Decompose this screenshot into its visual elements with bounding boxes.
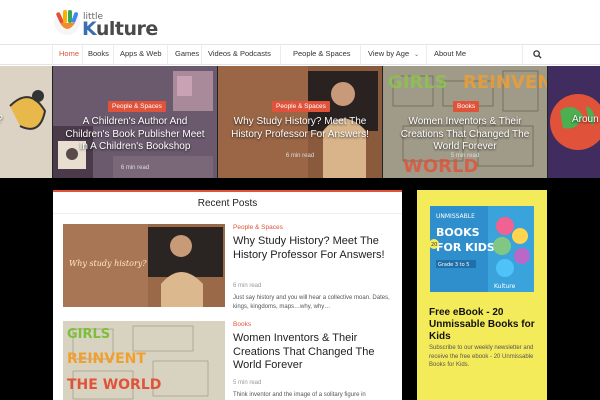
category-badge[interactable]: People & Spaces bbox=[272, 101, 330, 112]
post-thumbnail[interactable]: Why study history? bbox=[63, 224, 225, 307]
svg-text:THE WORLD: THE WORLD bbox=[67, 377, 161, 393]
nav-divider bbox=[360, 45, 361, 65]
nav-item-home[interactable]: Home bbox=[59, 49, 79, 58]
svg-text:WORLD: WORLD bbox=[403, 156, 478, 177]
post-thumbnail[interactable]: GIRLS REINVENT THE WORLD bbox=[63, 321, 225, 400]
nav-divider bbox=[82, 45, 83, 65]
girls-reinvent-thumb: GIRLS REINVENT THE WORLD bbox=[63, 321, 225, 400]
nav-divider bbox=[52, 45, 53, 65]
nav-divider bbox=[426, 45, 427, 65]
svg-text:GIRLS: GIRLS bbox=[67, 327, 110, 342]
post-card: Why study history? People & Spaces Why S… bbox=[63, 224, 398, 314]
hand-logo-icon bbox=[54, 9, 80, 35]
post-excerpt: Just say history and you will hear a col… bbox=[233, 295, 390, 310]
slide-why-study-history[interactable]: People & Spaces Why Study History? Meet … bbox=[218, 66, 382, 178]
featured-slider: ? People & Spaces A Children's Author An… bbox=[0, 66, 600, 178]
site-header: little Kulture bbox=[0, 0, 600, 44]
slide-childrens-author[interactable]: People & Spaces A Children's Author And … bbox=[53, 66, 217, 178]
ebook-cover[interactable]: UNMISSABLE BOOKS FOR KIDS 20 Grade 3 to … bbox=[430, 206, 534, 292]
slide-title[interactable]: Women Inventors & Their Creations That C… bbox=[383, 116, 547, 154]
nav-divider bbox=[280, 45, 281, 65]
main-nav: Home Books Apps & Web Games Videos & Pod… bbox=[0, 44, 600, 65]
slide-title: Aroun bbox=[572, 114, 599, 125]
svg-text:UNMISSABLE: UNMISSABLE bbox=[436, 213, 475, 220]
slide-title[interactable]: A Children's Author And Children's Book … bbox=[53, 116, 217, 154]
svg-text:REINVENT: REINVENT bbox=[463, 72, 547, 93]
ebook-headline[interactable]: Free eBook - 20 Unmissable Books for Kid… bbox=[429, 307, 539, 343]
post-category[interactable]: Books bbox=[233, 321, 251, 328]
nav-item-view-by-age[interactable]: View by Age ⌄ bbox=[368, 49, 419, 58]
nav-divider bbox=[167, 45, 168, 65]
ebook-card: UNMISSABLE BOOKS FOR KIDS 20 Grade 3 to … bbox=[417, 190, 547, 400]
ebook-description: Subscribe to our weekly newsletter and r… bbox=[429, 345, 534, 368]
svg-text:REINVENT: REINVENT bbox=[67, 351, 146, 367]
nav-divider bbox=[113, 45, 114, 65]
logo-text-big: Kulture bbox=[82, 18, 158, 40]
svg-text:Kulture: Kulture bbox=[494, 283, 516, 290]
svg-text:BOOKS: BOOKS bbox=[436, 226, 480, 239]
svg-text:Why study history?: Why study history? bbox=[69, 259, 147, 268]
site-logo[interactable]: little Kulture bbox=[52, 7, 158, 40]
nav-item-people-spaces[interactable]: People & Spaces bbox=[293, 49, 351, 58]
read-time: 5 min read bbox=[450, 153, 480, 159]
nav-divider bbox=[201, 45, 202, 65]
ebook-cover-art: UNMISSABLE BOOKS FOR KIDS 20 Grade 3 to … bbox=[430, 206, 534, 292]
svg-text:GIRLS: GIRLS bbox=[388, 72, 448, 93]
read-time: 5 min read bbox=[233, 380, 262, 386]
nav-item-about-me[interactable]: About Me bbox=[434, 49, 466, 58]
recent-posts-heading: Recent Posts bbox=[53, 190, 402, 214]
post-card: GIRLS REINVENT THE WORLD Books Women Inv… bbox=[63, 321, 398, 400]
post-category[interactable]: People & Spaces bbox=[233, 224, 283, 231]
svg-text:FOR KIDS: FOR KIDS bbox=[436, 241, 495, 254]
recent-posts-panel: Recent Posts Why study history? People &… bbox=[53, 190, 402, 400]
slide-partial-left[interactable]: ? bbox=[0, 66, 52, 178]
post-title[interactable]: Why Study History? Meet The History Prof… bbox=[233, 235, 398, 262]
nav-item-videos-podcasts[interactable]: Videos & Podcasts bbox=[208, 49, 271, 58]
nav-item-books[interactable]: Books bbox=[88, 49, 109, 58]
svg-text:Grade 3 to 5: Grade 3 to 5 bbox=[438, 262, 469, 268]
slide-women-inventors[interactable]: GIRLS REINVENT WORLD Books Women Invento… bbox=[383, 66, 547, 178]
nav-item-apps-web[interactable]: Apps & Web bbox=[120, 49, 162, 58]
search-icon[interactable] bbox=[533, 50, 542, 59]
slide-title[interactable]: Why Study History? Meet The History Prof… bbox=[218, 116, 382, 141]
sidebar-ebook-widget: UNMISSABLE BOOKS FOR KIDS 20 Grade 3 to … bbox=[417, 190, 547, 400]
read-time: 6 min read bbox=[233, 283, 262, 289]
chevron-down-icon: ⌄ bbox=[414, 52, 420, 58]
read-time: 6 min read bbox=[285, 153, 315, 159]
slide-partial-right[interactable]: Aroun bbox=[548, 66, 600, 178]
read-time: 6 min read bbox=[120, 165, 150, 171]
category-badge[interactable]: People & Spaces bbox=[108, 101, 166, 112]
post-title[interactable]: Women Inventors & Their Creations That C… bbox=[233, 332, 398, 373]
svg-text:20: 20 bbox=[431, 242, 437, 248]
slide-title: ? bbox=[0, 114, 10, 127]
history-professor-thumb: Why study history? bbox=[63, 224, 225, 307]
post-excerpt: Think inventor and the image of a solita… bbox=[233, 392, 366, 398]
nav-item-games[interactable]: Games bbox=[175, 49, 199, 58]
category-badge[interactable]: Books bbox=[453, 101, 480, 112]
nav-divider bbox=[522, 45, 523, 65]
